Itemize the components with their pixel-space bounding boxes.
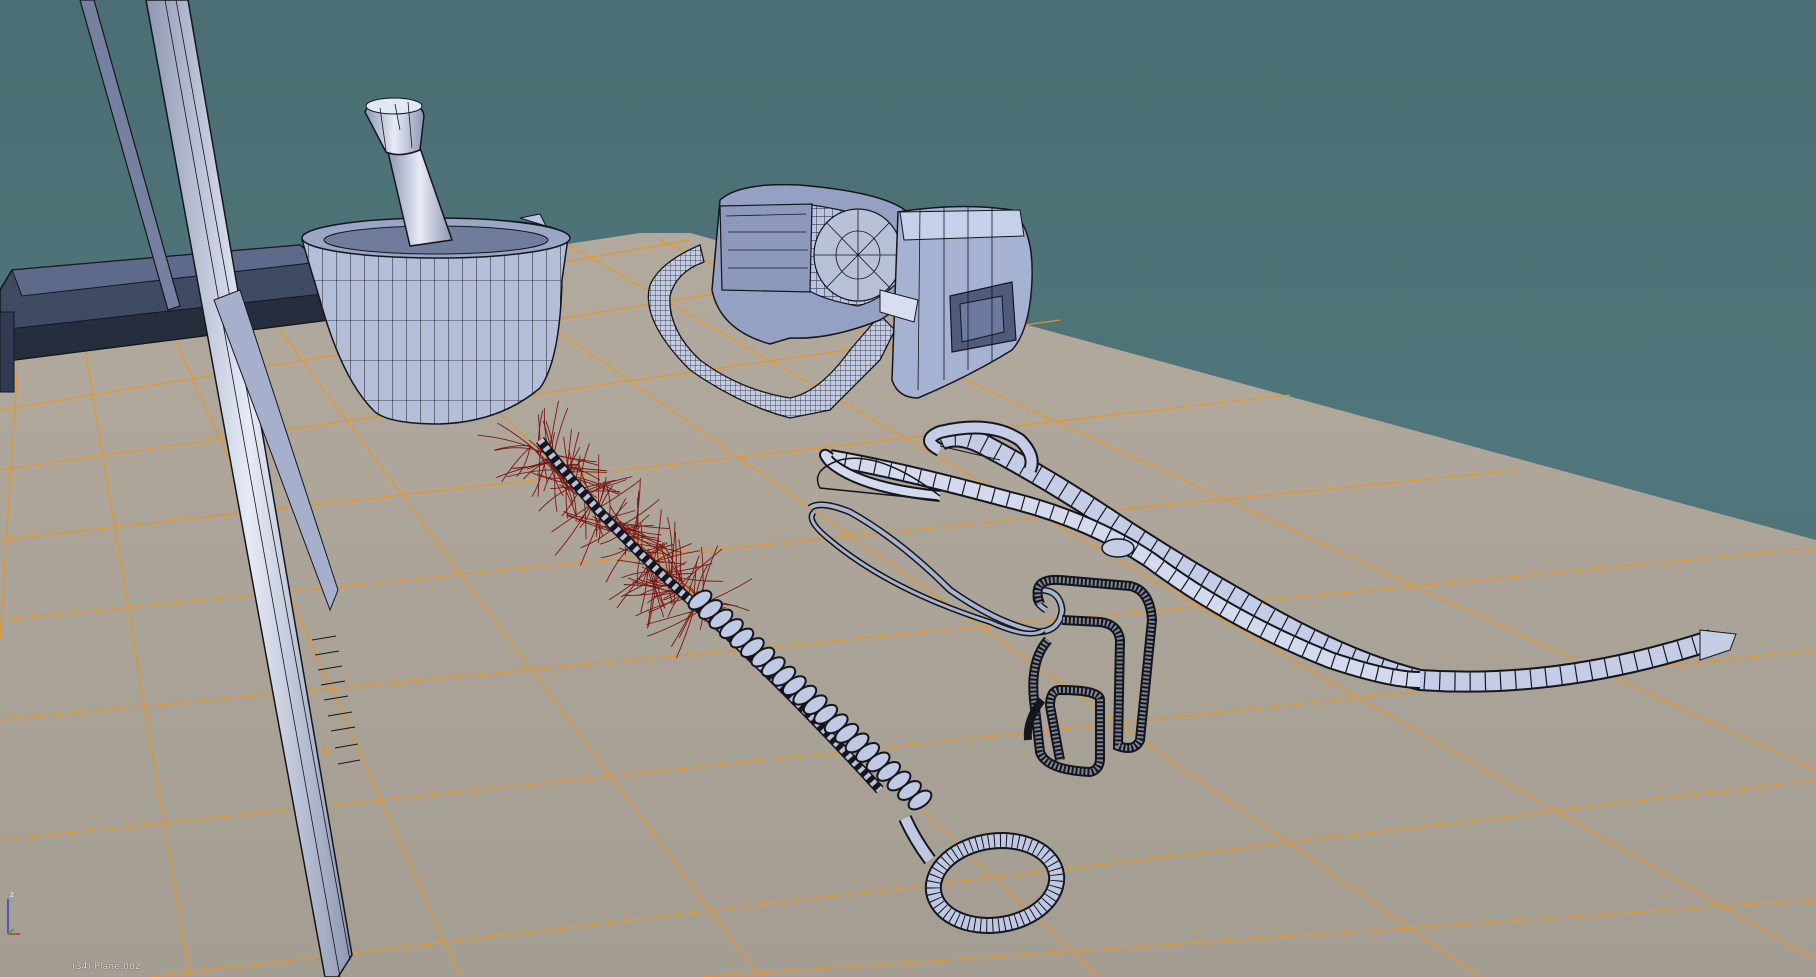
scene-canvas[interactable] xyxy=(0,0,1816,977)
status-text: (34) Plane.002 xyxy=(72,962,141,972)
3d-viewport[interactable]: z (34) Plane.002 xyxy=(0,0,1816,977)
axis-gizmo: z xyxy=(7,890,20,935)
axis-z-label: z xyxy=(10,890,14,899)
